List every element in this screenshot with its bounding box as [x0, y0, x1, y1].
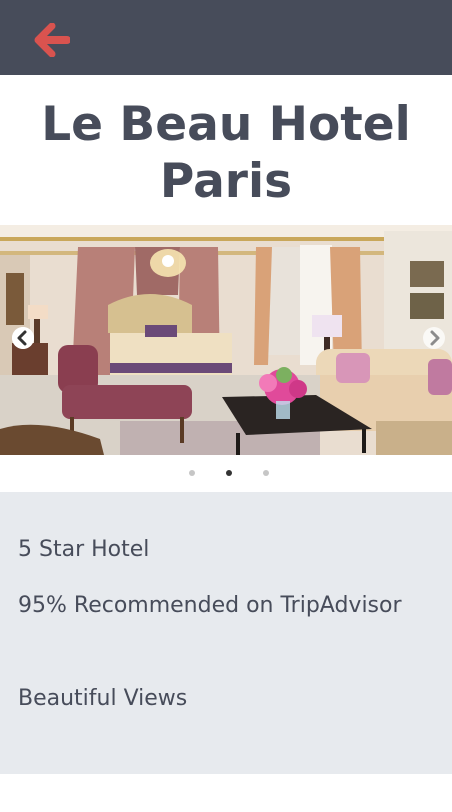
carousel-dot-2[interactable] [226, 470, 232, 476]
carousel-next-button[interactable] [423, 327, 445, 349]
carousel-indicators [0, 468, 452, 478]
feature-item: Beautiful Views [18, 686, 188, 711]
hotel-features: 5 Star Hotel 95% Recommended on TripAdvi… [0, 492, 452, 774]
carousel-dot-3[interactable] [263, 470, 269, 476]
app-header [0, 0, 452, 75]
arrow-left-icon [34, 23, 70, 57]
chevron-right-icon [430, 330, 440, 346]
hotel-name: Le Beau Hotel [41, 97, 411, 152]
feature-item: 5 Star Hotel [18, 537, 150, 562]
carousel-prev-button[interactable] [12, 327, 34, 349]
feature-item: 95% Recommended on TripAdvisor [18, 593, 402, 618]
carousel-dot-1[interactable] [189, 470, 195, 476]
back-button[interactable] [32, 20, 72, 60]
chevron-left-icon [12, 327, 34, 349]
image-carousel[interactable] [0, 225, 452, 455]
hotel-city: Paris [159, 154, 293, 209]
hotel-room-photo [0, 225, 452, 455]
page-title: Le Beau Hotel Paris [0, 96, 452, 210]
